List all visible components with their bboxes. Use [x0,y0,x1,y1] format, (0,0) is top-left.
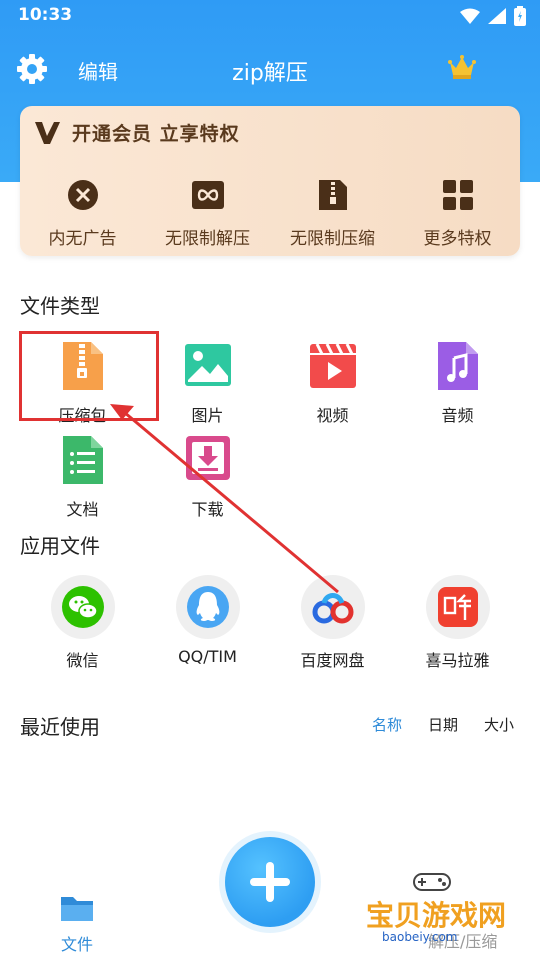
tab-files[interactable]: 文件 [56,893,98,955]
add-button[interactable] [225,837,315,927]
annotation-arrow [110,404,339,594]
sort-by-size[interactable]: 大小 [484,714,514,735]
watermark-url: baobeiy.com [382,930,458,944]
plus-icon [250,862,290,902]
folder-icon [61,897,93,921]
tab-label: 文件 [60,935,93,954]
sort-options: 名称 日期 大小 [372,714,514,735]
fab-ring [219,831,321,933]
watermark-text: 宝贝游戏网 [366,899,507,932]
recent-title: 最近使用 [20,715,100,739]
watermark: 宝贝游戏网 baobeiy.com [362,868,512,948]
sort-by-name[interactable]: 名称 [372,714,402,735]
sort-by-date[interactable]: 日期 [428,714,458,735]
gamepad-icon [413,873,451,891]
